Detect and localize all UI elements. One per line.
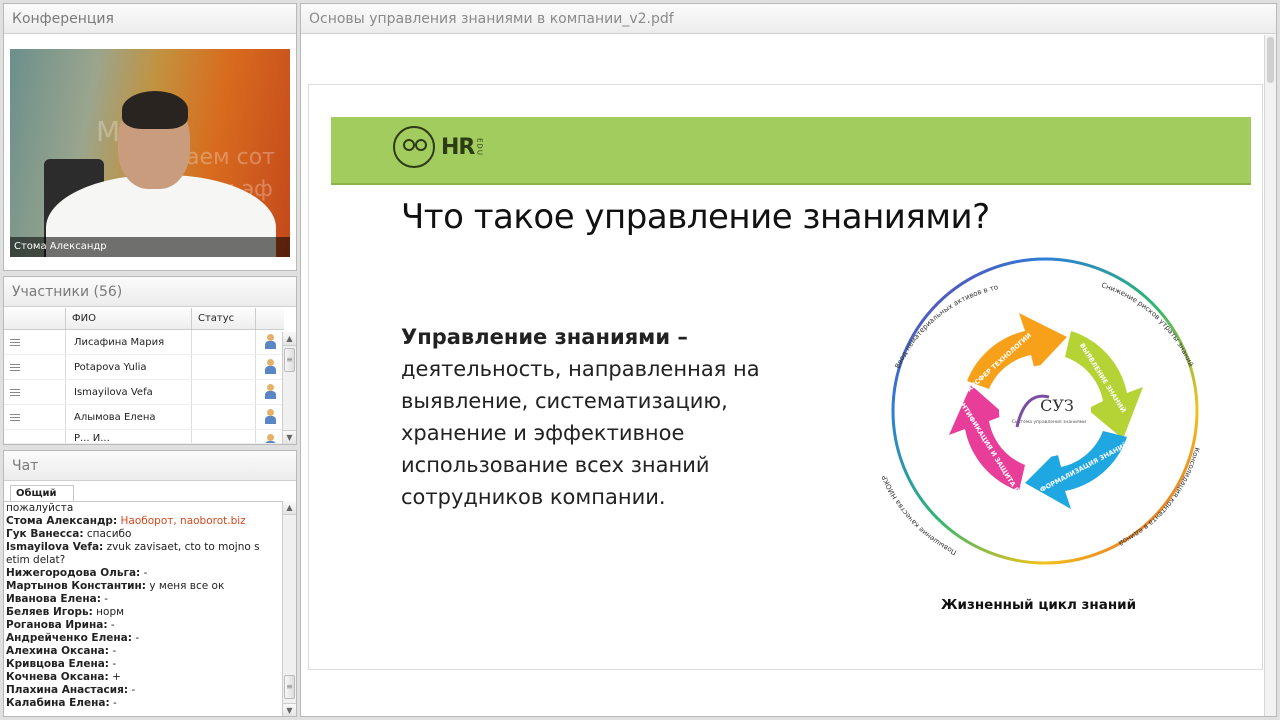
- col-handle[interactable]: [4, 308, 66, 329]
- outer-label: Снижение рисков утраты знаний: [1100, 281, 1195, 368]
- drag-handle-icon[interactable]: [10, 339, 20, 346]
- document-scrollbar[interactable]: [1264, 35, 1276, 716]
- participant-status: [192, 380, 256, 404]
- table-row[interactable]: Р... И...: [4, 430, 284, 444]
- participants-panel: Участники (56) ФИО Статус Лисафина Мария…: [3, 276, 297, 445]
- chat-tab-general[interactable]: Общий: [10, 485, 74, 501]
- video-caption: Стома Александр: [10, 237, 290, 257]
- scroll-thumb[interactable]: ≡: [284, 348, 295, 372]
- table-row[interactable]: Potapova Yulia: [4, 355, 284, 380]
- owl-logo-icon: [393, 126, 435, 168]
- hr-edu-logo: HR EDU: [393, 126, 483, 168]
- user-icon: [264, 359, 276, 375]
- outer-label: Ввод нематериальных активов в товарообор…: [839, 251, 999, 370]
- participant-name: Алымова Елена: [66, 405, 192, 429]
- knowledge-cycle-diagram: СУЗ Система управления знаниями ТРАНСФЕР…: [839, 251, 1201, 565]
- table-row[interactable]: Ismayilova Vefa: [4, 380, 284, 405]
- drag-handle-icon[interactable]: [10, 414, 20, 421]
- logo-text: HR: [441, 134, 475, 160]
- conference-panel: Конференция Мы аем сот нии эф Стома Алек…: [3, 3, 297, 271]
- conference-title: Конференция: [4, 4, 296, 34]
- table-row[interactable]: Алымова Елена: [4, 405, 284, 430]
- user-icon: [264, 434, 276, 443]
- chat-message: Андрейченко Елена: -: [6, 632, 140, 644]
- document-title: Основы управления знаниями в компании_v2…: [301, 4, 1276, 34]
- chat-link[interactable]: Наоборот, naoborot.biz: [121, 515, 246, 527]
- chat-message: Кривцова Елена: -: [6, 658, 117, 670]
- drag-handle-icon[interactable]: [10, 364, 20, 371]
- cycle-caption: Жизненный цикл знаний: [941, 597, 1137, 613]
- participant-name: Potapova Yulia: [66, 355, 192, 379]
- definition-term: Управление знаниями –: [401, 325, 688, 349]
- participant-name: Ismayilova Vefa: [66, 380, 192, 404]
- definition-text: деятельность, направленная на выявление,…: [401, 357, 760, 509]
- slide-definition: Управление знаниями – деятельность, напр…: [401, 321, 821, 513]
- chat-message: Плахина Анастасия: -: [6, 684, 136, 696]
- app-window: Конференция Мы аем сот нии эф Стома Алек…: [0, 0, 1280, 720]
- chat-message: Ismayilova Vefa: zvuk zavisaet, cto to m…: [6, 541, 260, 566]
- chat-message: Стома Александр: Наоборот, naoborot.biz: [6, 515, 246, 527]
- scroll-down-icon[interactable]: ▼: [283, 703, 296, 716]
- user-icon: [264, 384, 276, 400]
- video-bg-text: аем сот: [186, 145, 275, 170]
- col-status[interactable]: Статус: [192, 308, 256, 329]
- chat-message: Нижегородова Ольга: -: [6, 567, 148, 579]
- chat-panel: Чат Общий пожалуйста Стома Александр: На…: [3, 450, 297, 717]
- participant-name: Р... И...: [66, 430, 192, 443]
- user-icon: [264, 409, 276, 425]
- document-panel: Основы управления знаниями в компании_v2…: [300, 3, 1277, 717]
- participants-title: Участники (56): [4, 277, 296, 307]
- user-icon: [264, 334, 276, 350]
- slide-banner: HR EDU: [331, 117, 1251, 185]
- col-role: [256, 308, 284, 329]
- participant-status: [192, 355, 256, 379]
- chat-message: Мартынов Константин: у меня все ок: [6, 580, 225, 592]
- chat-message: пожалуйста: [6, 502, 74, 514]
- participants-table-header: ФИО Статус: [4, 308, 284, 330]
- slide-title: Что такое управление знаниями?: [401, 197, 990, 237]
- scroll-thumb[interactable]: ≡: [284, 675, 295, 699]
- scroll-up-icon[interactable]: ▲: [283, 332, 296, 346]
- chat-scrollbar[interactable]: ▲ ≡ ▼: [282, 501, 296, 716]
- chat-message: Гук Ванесса: спасибо: [6, 528, 132, 540]
- scroll-thumb[interactable]: [1267, 37, 1274, 83]
- participant-status: [192, 330, 256, 354]
- scroll-down-icon[interactable]: ▼: [283, 430, 296, 444]
- video-feed[interactable]: Мы аем сот нии эф Стома Александр: [10, 49, 290, 257]
- participants-table: ФИО Статус Лисафина Мария Potapova Yulia…: [4, 308, 284, 444]
- chat-message: Роганова Ирина: -: [6, 619, 115, 631]
- participants-scrollbar[interactable]: ▲ ≡ ▼: [282, 332, 296, 444]
- participant-name: Лисафина Мария: [66, 330, 192, 354]
- chat-message: Калабина Елена: -: [6, 697, 117, 709]
- table-row[interactable]: Лисафина Мария: [4, 330, 284, 355]
- presenter-hair: [122, 91, 188, 129]
- chat-message: Алехина Оксана: -: [6, 645, 117, 657]
- chat-message: Иванова Елена: -: [6, 593, 109, 605]
- chat-message: Кочнева Оксана: +: [6, 671, 121, 683]
- cycle-center-label: СУЗ: [1040, 396, 1074, 415]
- scroll-up-icon[interactable]: ▲: [283, 501, 296, 515]
- chat-messages: пожалуйста Стома Александр: Наоборот, na…: [4, 501, 283, 716]
- drag-handle-icon[interactable]: [10, 389, 20, 396]
- logo-edu: EDU: [475, 138, 484, 156]
- outer-label: Повышение качества НИОКР: [881, 474, 958, 556]
- participant-status: [192, 405, 256, 429]
- chat-title: Чат: [4, 451, 296, 481]
- chat-message: Беляев Игорь: норм: [6, 606, 125, 618]
- cycle-center-sublabel: Система управления знаниями: [1012, 419, 1086, 425]
- col-name[interactable]: ФИО: [66, 308, 192, 329]
- slide: HR EDU Что такое управление знаниями? Уп…: [308, 84, 1263, 670]
